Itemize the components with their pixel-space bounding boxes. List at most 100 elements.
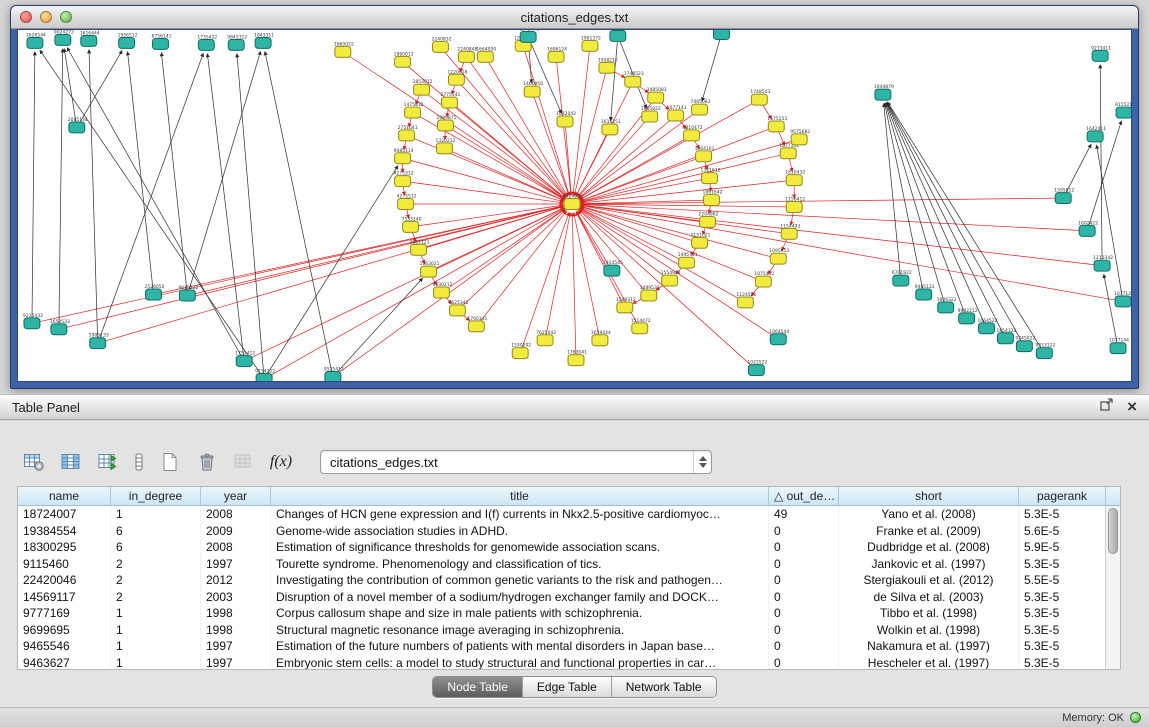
table-cell[interactable]: 1998 bbox=[201, 622, 271, 639]
graph-node-teal[interactable]: 1595812 bbox=[1054, 188, 1074, 204]
graph-node-yellow[interactable]: 1075412 bbox=[754, 271, 774, 287]
graph-node-yellow[interactable]: 1860012 bbox=[394, 51, 414, 67]
graph-node-yellow[interactable]: 1099871 bbox=[436, 115, 456, 131]
graph-node-yellow[interactable]: 1677141 bbox=[667, 105, 687, 121]
graph-node-yellow[interactable]: 1530202 bbox=[511, 343, 531, 359]
graph-node-yellow[interactable]: 1763041 bbox=[567, 350, 587, 366]
table-cell[interactable]: 1 bbox=[111, 605, 201, 622]
graph-node-yellow[interactable]: 9530212 bbox=[433, 282, 453, 298]
citation-edge-red[interactable] bbox=[580, 135, 692, 199]
table-cell[interactable]: 14569117 bbox=[18, 589, 111, 606]
citation-edge-red[interactable] bbox=[545, 213, 570, 340]
graph-node-teal[interactable]: 9942212 bbox=[958, 308, 978, 324]
tab-network-table[interactable]: Network Table bbox=[612, 677, 716, 697]
graph-node-yellow[interactable]: 3867121 bbox=[410, 239, 430, 255]
table-selector-dropdown[interactable]: citations_edges.txt bbox=[320, 450, 712, 474]
column-header-name[interactable]: name bbox=[18, 487, 111, 506]
table-cell[interactable]: 1 bbox=[111, 506, 201, 523]
graph-node-yellow[interactable]: 1724023 bbox=[563, 194, 583, 210]
graph-node-yellow[interactable]: 2240832 bbox=[432, 36, 452, 52]
graph-node-teal[interactable]: 1064544 bbox=[769, 329, 789, 345]
graph-node-yellow[interactable]: 1810432 bbox=[785, 170, 805, 186]
graph-node-teal[interactable]: 8573041 bbox=[519, 30, 539, 42]
citation-edge-black[interactable] bbox=[333, 278, 423, 377]
graph-node-teal[interactable]: 1755412 bbox=[235, 351, 255, 367]
table-cell[interactable]: 22420046 bbox=[18, 572, 111, 589]
table-cell[interactable]: 2 bbox=[111, 589, 201, 606]
graph-node-yellow[interactable]: 1864161 bbox=[695, 146, 715, 162]
graph-node-teal[interactable]: 1843311 bbox=[254, 32, 274, 48]
graph-node-yellow[interactable]: 1489532 bbox=[640, 285, 660, 301]
table-cell[interactable]: 0 bbox=[769, 605, 839, 622]
graph-node-teal[interactable]: 1806322 bbox=[937, 297, 957, 313]
graph-node-yellow[interactable]: 7625442 bbox=[536, 330, 556, 346]
new-table-icon[interactable] bbox=[156, 448, 184, 476]
table-cell[interactable]: 5.3E-5 bbox=[1019, 556, 1106, 573]
table-cell[interactable]: 5.3E-5 bbox=[1019, 622, 1106, 639]
table-cell[interactable]: 0 bbox=[769, 539, 839, 556]
graph-node-teal[interactable]: 1854322 bbox=[996, 328, 1016, 344]
graph-node-teal[interactable]: 9273411 bbox=[1091, 45, 1111, 61]
graph-node-teal[interactable]: 6791922 bbox=[892, 270, 912, 286]
citation-edge-red[interactable] bbox=[581, 206, 1123, 302]
graph-node-yellow[interactable]: 9575682 bbox=[790, 129, 810, 145]
citation-edge-red[interactable] bbox=[98, 207, 564, 344]
citation-edge-red[interactable] bbox=[579, 116, 676, 199]
graph-node-yellow[interactable]: 1659444 bbox=[591, 330, 611, 346]
table-cell[interactable]: 5.6E-5 bbox=[1019, 523, 1106, 540]
delete-table-icon[interactable] bbox=[193, 448, 221, 476]
graph-node-yellow[interactable]: 1616251 bbox=[601, 119, 621, 135]
graph-node-yellow[interactable]: 1475832 bbox=[404, 102, 424, 118]
citation-edge-red[interactable] bbox=[580, 208, 687, 263]
table-cell[interactable]: 5.3E-5 bbox=[1019, 638, 1106, 655]
table-row[interactable]: 977716911998Corpus callosum shape and si… bbox=[18, 605, 1120, 622]
graph-node-yellow[interactable]: 2204962 bbox=[699, 211, 719, 227]
table-cell[interactable]: 2 bbox=[111, 556, 201, 573]
table-cell[interactable]: 1997 bbox=[201, 655, 271, 671]
citation-edge-black[interactable] bbox=[77, 51, 122, 128]
table-cell[interactable]: 0 bbox=[769, 572, 839, 589]
citation-edge-black[interactable] bbox=[1104, 274, 1118, 348]
graph-node-yellow[interactable]: 1861642 bbox=[703, 190, 723, 206]
graph-node-teal[interactable]: 9525412 bbox=[324, 367, 344, 381]
graph-node-yellow[interactable]: 1748503 bbox=[750, 89, 770, 105]
graph-node-teal[interactable]: 2085134 bbox=[68, 117, 88, 133]
graph-node-yellow[interactable]: 1156412 bbox=[785, 197, 805, 213]
merge-table-icon[interactable] bbox=[230, 448, 258, 476]
graph-node-yellow[interactable]: 1961372 bbox=[581, 35, 601, 51]
graph-node-yellow[interactable]: 1321612 bbox=[701, 168, 721, 184]
graph-node-teal[interactable]: 1064522 bbox=[978, 318, 998, 334]
table-cell[interactable]: Hescheler et al. (1997) bbox=[839, 655, 1019, 671]
graph-node-teal[interactable]: 9234222 bbox=[255, 369, 275, 381]
citation-edge-black[interactable] bbox=[887, 102, 1024, 346]
column-header-short[interactable]: short bbox=[839, 487, 1019, 506]
table-cell[interactable]: Changes of HCN gene expression and I(f) … bbox=[271, 506, 769, 523]
vertical-scrollbar[interactable] bbox=[1105, 506, 1120, 669]
citation-edge-red[interactable] bbox=[581, 206, 779, 258]
graph-node-yellow[interactable]: 4273312 bbox=[394, 171, 414, 187]
table-cell[interactable]: 6 bbox=[111, 523, 201, 540]
graph-node-yellow[interactable]: 1748523 bbox=[624, 71, 644, 87]
table-cell[interactable]: 5.5E-5 bbox=[1019, 572, 1106, 589]
graph-node-teal[interactable]: 1602422 bbox=[1078, 220, 1098, 236]
graph-node-yellow[interactable]: 2240848 bbox=[457, 46, 477, 62]
citation-edge-red[interactable] bbox=[581, 139, 800, 201]
graph-node-teal[interactable]: 9245022 bbox=[1015, 336, 1035, 352]
citation-edge-black[interactable] bbox=[128, 52, 154, 295]
graph-node-teal[interactable]: 5905133 bbox=[89, 333, 109, 349]
table-settings-icon[interactable] bbox=[20, 448, 48, 476]
graph-node-yellow[interactable]: 1549312 bbox=[616, 297, 636, 313]
graph-node-yellow[interactable]: 1466950 bbox=[523, 81, 543, 97]
table-cell[interactable]: 9465546 bbox=[18, 638, 111, 655]
graph-node-teal[interactable]: 1077144 bbox=[1109, 338, 1129, 354]
citation-edge-black[interactable] bbox=[265, 52, 333, 377]
citation-edge-black[interactable] bbox=[611, 36, 618, 121]
graph-node-teal[interactable]: 9155212 bbox=[1115, 102, 1131, 118]
table-cell[interactable]: Structural magnetic resonance image aver… bbox=[271, 622, 769, 639]
tab-node-table[interactable]: Node Table bbox=[433, 677, 523, 697]
graph-node-teal[interactable]: 9845312 bbox=[227, 34, 247, 50]
graph-node-teal[interactable]: 9353122 bbox=[1035, 343, 1055, 359]
graph-node-teal[interactable]: 1642411 bbox=[1086, 126, 1106, 142]
table-cell[interactable]: Nakamura et al. (1997) bbox=[839, 638, 1019, 655]
citation-edge-red[interactable] bbox=[59, 206, 563, 329]
